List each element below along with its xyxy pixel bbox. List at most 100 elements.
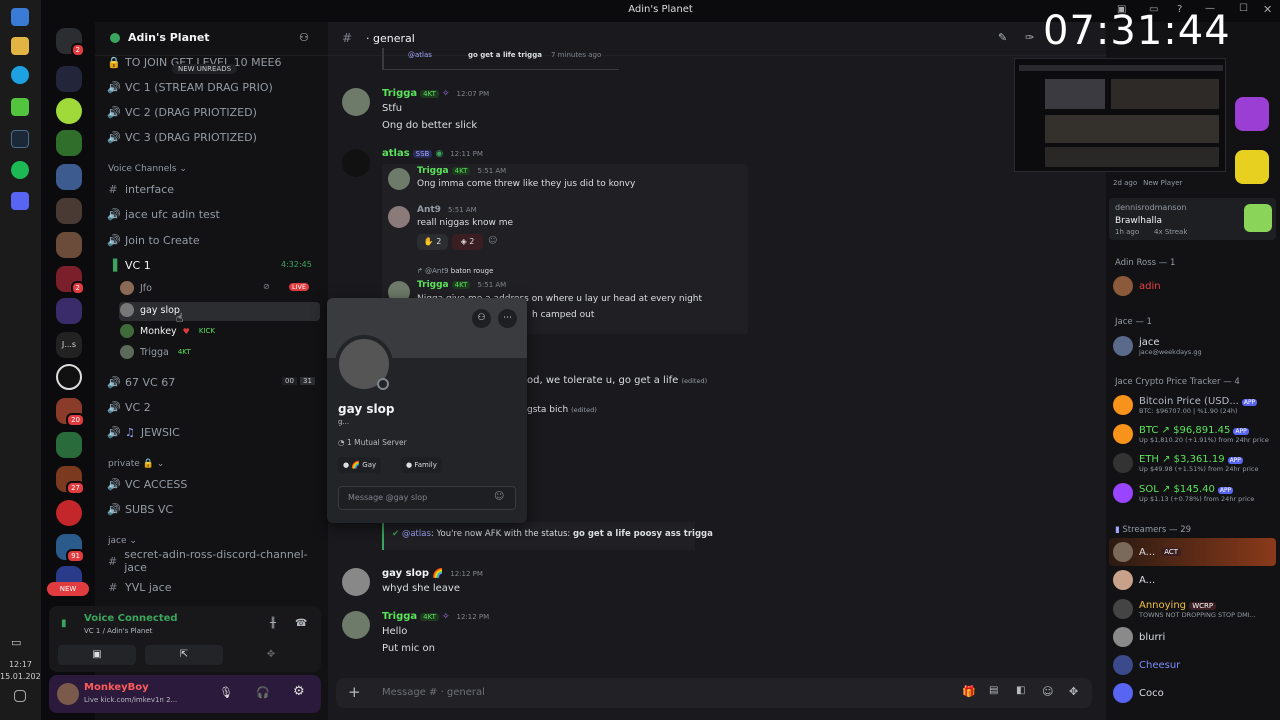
activity-icon[interactable] xyxy=(1235,97,1269,131)
channel-item[interactable]: 🔊 ♫ JEWSIC xyxy=(107,422,317,442)
direct-messages-icon[interactable]: 2 xyxy=(56,28,85,57)
steam-icon[interactable] xyxy=(11,130,29,148)
add-friend-icon[interactable]: ⚇ xyxy=(472,309,491,328)
category-private[interactable]: private 🔒 ⌄ xyxy=(108,459,164,469)
server-icon[interactable] xyxy=(56,298,82,324)
server-icon[interactable] xyxy=(56,364,82,390)
threads-icon[interactable]: ✎ xyxy=(998,31,1007,44)
add-attachment-icon[interactable]: + xyxy=(348,683,361,701)
member-item[interactable]: Coco xyxy=(1113,680,1277,706)
noise-suppression-icon[interactable]: ╫ xyxy=(270,618,276,629)
headphones-icon[interactable]: 🎧 xyxy=(256,686,270,699)
member-item[interactable]: ETH ↗ $3,361.19 APP Up $49.98 (+1.51%) fro… xyxy=(1113,450,1277,476)
disconnect-icon[interactable]: ☎ xyxy=(295,618,307,629)
close-icon[interactable]: ✕ xyxy=(1263,3,1272,16)
member-item[interactable]: blurri xyxy=(1113,624,1277,650)
member-item[interactable]: A... ACT xyxy=(1113,539,1277,565)
server-icon[interactable] xyxy=(56,164,82,190)
server-icon[interactable]: J...s xyxy=(56,332,82,358)
channel-item[interactable]: 🔊 VC 2 (DRAG PRIOTIZED) xyxy=(107,102,317,122)
discord-icon[interactable] xyxy=(11,192,29,210)
new-unreads-pill[interactable]: NEW UNREADS xyxy=(172,64,238,74)
category-jace[interactable]: jace ⌄ xyxy=(108,536,137,546)
member-item[interactable]: BTC ↗ $96,891.45 APP Up $1,810.20 (+1.91%)… xyxy=(1113,421,1277,447)
notification-icon[interactable] xyxy=(14,690,26,702)
voice-user[interactable]: Monkey ♥ KICK xyxy=(120,322,218,340)
member-item[interactable]: A... xyxy=(1113,567,1277,593)
sticker-icon[interactable]: ◧ xyxy=(1016,685,1025,696)
category-voice[interactable]: Voice Channels ⌄ xyxy=(108,164,187,174)
channel-item[interactable]: # secret-adin-ross-discord-channel-jace xyxy=(107,548,317,574)
voice-user[interactable]: Trigga 4KT xyxy=(120,343,194,361)
server-icon[interactable] xyxy=(56,66,82,92)
mute-icon[interactable]: ✑ xyxy=(1025,31,1034,44)
start-icon[interactable] xyxy=(11,8,29,26)
channel-item[interactable]: 🔊 SUBS VC xyxy=(107,499,317,519)
author-name[interactable]: Trigga xyxy=(382,88,417,99)
gear-icon[interactable]: ⚙ xyxy=(293,684,305,699)
gif-icon[interactable]: ▤ xyxy=(989,685,998,696)
invite-icon[interactable]: ⚇ xyxy=(299,31,309,44)
server-icon[interactable] xyxy=(56,500,82,526)
member-item[interactable]: adin xyxy=(1113,273,1277,299)
member-item[interactable]: Bitcoin Price (USD... APP BTC: $96707.00 |… xyxy=(1113,392,1277,418)
member-item[interactable]: SOL ↗ $145.40 APP Up $1.13 (+0.78%) from 2… xyxy=(1113,480,1277,506)
member-item[interactable]: Cheesur xyxy=(1113,652,1277,678)
server-icon[interactable]: 91 xyxy=(56,534,85,563)
server-icon[interactable] xyxy=(56,130,82,156)
emoji-icon[interactable]: ☺ xyxy=(494,491,504,502)
member-item[interactable]: jace jace@weekdays.gg xyxy=(1113,333,1277,359)
server-icon[interactable]: 27 xyxy=(56,466,85,495)
gift-icon[interactable]: 🎁 xyxy=(962,685,976,698)
spotify-icon[interactable] xyxy=(11,161,29,179)
apps-icon[interactable]: ✥ xyxy=(1069,685,1078,698)
reaction[interactable]: ◈ 2 xyxy=(452,234,483,250)
network-icon[interactable]: ▭ xyxy=(11,636,29,654)
microphone-icon[interactable]: 🎙 xyxy=(219,686,233,699)
server-icon[interactable] xyxy=(56,232,82,258)
avatar[interactable] xyxy=(342,568,370,596)
activity-card[interactable]: dennisrodmanson Brawlhalla 1h ago 4x Str… xyxy=(1109,198,1276,240)
signal-icon[interactable]: ▮ xyxy=(61,618,67,629)
avatar[interactable] xyxy=(342,149,370,177)
emoji-icon[interactable]: ☺ xyxy=(1042,685,1053,698)
author-name[interactable]: gay slop xyxy=(382,568,429,579)
server-icon[interactable]: 20 xyxy=(56,398,85,427)
voice-user[interactable]: Jfo xyxy=(120,279,152,297)
app-icon[interactable] xyxy=(11,98,29,116)
popout-message-input[interactable]: Message @gay slop ☺ xyxy=(338,486,516,510)
channel-item[interactable]: 🔊 VC 1 (STREAM DRAG PRIO) xyxy=(107,77,317,97)
member-item[interactable]: Annoying WCRP TOWNS NOT DROPPING STOP DMI… xyxy=(1113,596,1277,622)
channel-item[interactable]: # interface xyxy=(107,179,317,199)
server-icon[interactable]: 2 xyxy=(56,266,85,295)
author-name[interactable]: atlas xyxy=(382,148,410,159)
voice-status[interactable]: Voice Connected xyxy=(84,613,178,624)
author-name[interactable]: Trigga xyxy=(382,611,417,622)
server-header[interactable]: Adin's Planet ⌄ ⚇ xyxy=(95,22,328,56)
channel-item[interactable]: # YVL jace xyxy=(107,577,317,597)
camera-button[interactable]: ▣ xyxy=(58,645,136,665)
mutual-servers[interactable]: ◔ 1 Mutual Server xyxy=(338,438,407,447)
among-us-icon[interactable] xyxy=(1235,150,1269,184)
activities-button[interactable]: ✥ xyxy=(232,645,310,665)
channel-item[interactable]: 🔊 VC 2 xyxy=(107,397,317,417)
avatar[interactable] xyxy=(57,683,79,705)
channel-item[interactable]: 🔊 jace ufc adin test xyxy=(107,204,317,224)
server-icon[interactable] xyxy=(56,432,82,458)
message-input[interactable]: Message # · general xyxy=(382,687,485,698)
avatar[interactable] xyxy=(342,611,370,639)
voice-user-selected[interactable]: gay slop xyxy=(120,301,180,319)
server-icon[interactable] xyxy=(56,98,82,124)
add-reaction-icon[interactable]: ☺ xyxy=(488,236,497,246)
channel-item[interactable]: 🔊 VC 3 (DRAG PRIOTIZED) xyxy=(107,127,317,147)
server-icon[interactable] xyxy=(56,198,82,224)
more-options-icon[interactable]: ⋯ xyxy=(498,309,517,328)
channel-item[interactable]: 🔊 Join to Create xyxy=(107,230,317,250)
reaction[interactable]: ✋ 2 xyxy=(417,234,448,250)
edge-icon[interactable] xyxy=(11,66,29,84)
screenshare-button[interactable]: ⇱ xyxy=(145,645,223,665)
avatar[interactable] xyxy=(342,88,370,116)
channel-item[interactable]: 🔊 VC ACCESS xyxy=(107,474,317,494)
file-explorer-icon[interactable] xyxy=(11,37,29,55)
maximize-icon[interactable]: ☐ xyxy=(1239,3,1248,14)
